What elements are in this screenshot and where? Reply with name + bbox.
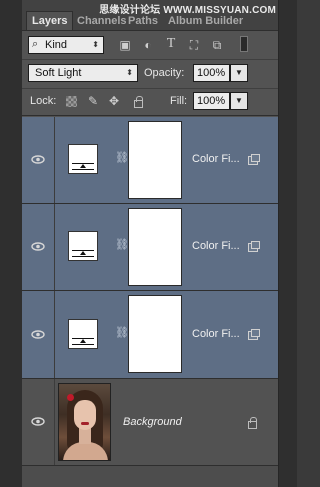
tab-layers[interactable]: Layers xyxy=(26,11,74,30)
adjustment-layer-icon xyxy=(68,144,98,174)
type-filter-icon[interactable]: T xyxy=(164,37,178,51)
visibility-column xyxy=(22,291,55,378)
visibility-eye-icon[interactable] xyxy=(31,242,45,251)
layer-mask-thumbnail[interactable] xyxy=(128,208,182,286)
layer-mask-thumbnail[interactable] xyxy=(128,295,182,373)
layer-style-icon xyxy=(248,241,260,252)
adjustment-layer-icon xyxy=(68,231,98,261)
opacity-label: Opacity: xyxy=(144,67,185,79)
right-dock-strip xyxy=(278,0,297,487)
link-chain-icon[interactable]: ⛓ xyxy=(115,151,129,164)
panel-footer xyxy=(22,466,278,487)
link-chain-icon[interactable]: ⛓ xyxy=(115,326,129,339)
layer-name[interactable]: Color Fi... xyxy=(192,240,240,252)
layer-row[interactable]: ⛓ Color Fi... xyxy=(22,117,278,204)
chevron-updown-icon: ⬍ xyxy=(92,40,99,49)
lock-label: Lock: xyxy=(30,95,57,107)
layer-name[interactable]: Color Fi... xyxy=(192,153,240,165)
layer-row-background[interactable]: Background xyxy=(22,379,278,466)
layers-panel: Layers Channels Paths Album Builder 思缘设计… xyxy=(22,0,278,487)
visibility-eye-icon[interactable] xyxy=(31,330,45,339)
lock-icon xyxy=(248,417,257,429)
layer-mask-thumbnail[interactable] xyxy=(128,121,182,199)
layer-name[interactable]: Color Fi... xyxy=(192,328,240,340)
opacity-value: 100% xyxy=(197,67,226,79)
watermark: 思缘设计论坛 WWW.MISSYUAN.COM xyxy=(99,5,276,16)
filter-row: ⌕ Kind ⬍ ▣ ◐ T ⛶ ⧉ xyxy=(22,31,278,60)
filter-toggle-icon[interactable] xyxy=(240,36,248,52)
visibility-column xyxy=(22,379,55,465)
fill-label: Fill: xyxy=(170,95,188,107)
layer-row[interactable]: ⛓ Color Fi... xyxy=(22,291,278,379)
fill-input[interactable]: 100% xyxy=(193,92,230,110)
blend-mode-select[interactable]: Soft Light ⬍ xyxy=(28,64,138,82)
visibility-eye-icon[interactable] xyxy=(31,417,45,426)
lock-transparent-icon[interactable] xyxy=(66,96,77,107)
panel-tab-bar: Layers Channels Paths Album Builder 思缘设计… xyxy=(22,0,278,31)
layer-row[interactable]: ⛓ Color Fi... xyxy=(22,204,278,291)
adjustment-filter-icon[interactable]: ◐ xyxy=(141,38,155,52)
layer-style-icon xyxy=(248,329,260,340)
visibility-eye-icon[interactable] xyxy=(31,155,45,164)
lock-row: Lock: ✎ ✥ Fill: 100% ▼ xyxy=(22,89,278,116)
filter-kind-label: Kind xyxy=(45,39,68,51)
blend-mode-value: Soft Light xyxy=(35,67,82,79)
smart-object-filter-icon[interactable]: ⧉ xyxy=(210,38,224,52)
chevron-updown-icon: ⬍ xyxy=(126,68,133,77)
opacity-dropdown-button[interactable]: ▼ xyxy=(230,64,248,82)
visibility-column xyxy=(22,204,55,290)
blend-row: Soft Light ⬍ Opacity: 100% ▼ xyxy=(22,60,278,89)
visibility-column xyxy=(22,117,55,203)
filter-kind-select[interactable]: ⌕ Kind ⬍ xyxy=(28,36,104,54)
lock-paint-icon[interactable]: ✎ xyxy=(86,94,100,108)
opacity-input[interactable]: 100% xyxy=(193,64,230,82)
search-icon: ⌕ xyxy=(32,38,39,50)
fill-dropdown-button[interactable]: ▼ xyxy=(230,92,248,110)
lock-all-icon[interactable] xyxy=(134,96,143,108)
pixel-filter-icon[interactable]: ▣ xyxy=(118,38,132,52)
left-dock-strip xyxy=(0,0,23,487)
layer-name[interactable]: Background xyxy=(123,416,182,428)
shape-filter-icon[interactable]: ⛶ xyxy=(187,38,201,52)
background-layer-thumbnail[interactable] xyxy=(58,383,111,461)
layer-style-icon xyxy=(248,154,260,165)
fill-value: 100% xyxy=(197,95,226,107)
link-chain-icon[interactable]: ⛓ xyxy=(115,238,129,251)
lock-move-icon[interactable]: ✥ xyxy=(107,94,121,108)
adjustment-layer-icon xyxy=(68,319,98,349)
